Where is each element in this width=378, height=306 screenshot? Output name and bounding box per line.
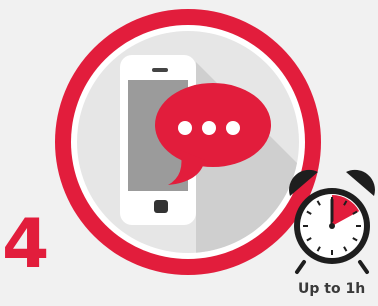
alarm-clock-icon [289,169,375,274]
step-number: 4 [2,205,49,284]
typing-dot [178,121,192,135]
typing-dot [226,121,240,135]
step-illustration: 4 Up to 1h [0,0,378,301]
timer-caption: Up to 1h [298,281,366,297]
typing-dot [202,121,216,135]
